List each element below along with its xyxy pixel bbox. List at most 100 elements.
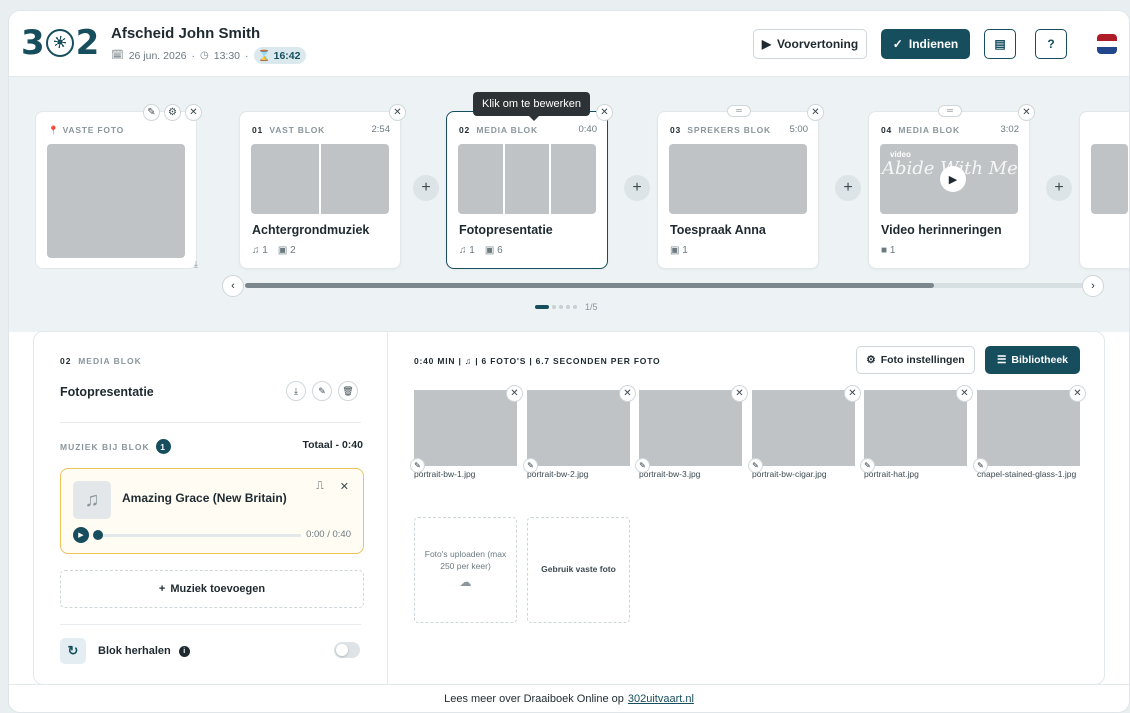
close-icon[interactable]: ✕ bbox=[844, 385, 861, 402]
photo-item[interactable]: portrait-bw-2.jpg ✕ ✎ bbox=[523, 385, 636, 496]
block-title: Fotopresentatie bbox=[60, 385, 154, 399]
drag-handle-icon[interactable]: ═ bbox=[727, 105, 751, 117]
photo-item[interactable]: portrait-bw-3.jpg ✕ ✎ bbox=[635, 385, 748, 496]
music-track[interactable]: ♫ Amazing Grace (New Britain) ⎍ ✕ ▶ 0:00… bbox=[60, 468, 364, 554]
close-icon[interactable]: ✕ bbox=[340, 480, 349, 493]
pin-icon: 📍 bbox=[48, 125, 60, 135]
track-progress[interactable] bbox=[94, 534, 301, 537]
close-icon[interactable]: ✕ bbox=[596, 104, 613, 121]
close-icon[interactable]: ✕ bbox=[619, 385, 636, 402]
close-icon[interactable]: ✕ bbox=[1018, 104, 1035, 121]
edit-pencil-icon[interactable]: ✎ bbox=[860, 458, 875, 473]
add-block-button[interactable]: + bbox=[624, 175, 650, 201]
close-icon[interactable]: ✕ bbox=[185, 104, 202, 121]
photo-item[interactable]: portrait-hat.jpg ✕ ✎ bbox=[860, 385, 973, 496]
edit-pencil-icon[interactable]: ✎ bbox=[410, 458, 425, 473]
fixed-photo-tools: ✎ ⚙ ✕ bbox=[143, 104, 202, 121]
event-time: 13:30 bbox=[213, 49, 241, 62]
timeline-card-02[interactable]: 02 MEDIA BLOK 0:40 Fotopresentatie ♫ 1 ▣ … bbox=[446, 104, 613, 269]
photo-item[interactable]: portrait-bw-1.jpg ✕ ✎ bbox=[410, 385, 523, 496]
music-note-icon: ♫ 1 bbox=[252, 245, 268, 256]
event-date: 26 jun. 2026 bbox=[128, 49, 187, 62]
fixed-photo-card[interactable]: 📍 VASTE FOTO ✎ ⚙ ✕ ⤓ bbox=[35, 104, 202, 270]
use-fixed-photo-button[interactable]: Gebruik vaste foto bbox=[527, 517, 630, 623]
timeline-scrollbar[interactable] bbox=[245, 283, 1085, 288]
timeline: 📍 VASTE FOTO ✎ ⚙ ✕ ⤓ 01 VAST BLOK 2:54 A… bbox=[9, 77, 1129, 332]
settings-gear-icon[interactable]: ⚙ bbox=[164, 104, 181, 121]
close-icon[interactable]: ✕ bbox=[506, 385, 523, 402]
download-icon[interactable]: ⤓ bbox=[194, 259, 198, 270]
tree-logo-icon bbox=[45, 29, 74, 57]
page-title: Afscheid John Smith bbox=[111, 25, 261, 42]
logo[interactable]: 32 bbox=[21, 23, 99, 63]
track-scrubber[interactable] bbox=[93, 530, 103, 540]
header: 32 Afscheid John Smith 🗓 26 jun. 2026 · … bbox=[9, 11, 1129, 77]
edit-pencil-icon[interactable]: ✎ bbox=[748, 458, 763, 473]
repeat-toggle[interactable] bbox=[334, 642, 360, 658]
add-block-button[interactable]: + bbox=[1046, 175, 1072, 201]
submit-button[interactable]: ✓ Indienen bbox=[881, 29, 970, 59]
pagination[interactable]: 1/5 bbox=[535, 302, 598, 312]
video-camera-icon: ■ 1 bbox=[881, 245, 896, 256]
duration-badge: ⌛ 16:42 bbox=[253, 47, 307, 64]
timeline-card-01[interactable]: 01 VAST BLOK 2:54 Achtergrondmuziek ♫ 1 ▣… bbox=[239, 104, 406, 269]
play-button[interactable]: ▶ bbox=[73, 527, 89, 543]
event-meta: 🗓 26 jun. 2026 · ◷ 13:30 · ⌛ 16:42 bbox=[111, 47, 307, 64]
music-total: Totaal - 0:40 bbox=[302, 439, 364, 451]
add-music-button[interactable]: + Muziek toevoegen bbox=[60, 570, 364, 608]
repeat-block-row: ↻ Blok herhalen i bbox=[60, 638, 190, 664]
add-block-button[interactable]: + bbox=[413, 175, 439, 201]
card-thumbnails bbox=[251, 144, 389, 214]
music-note-icon: ♫ bbox=[73, 481, 111, 519]
photo-item[interactable]: portrait-bw-cigar.jpg ✕ ✎ bbox=[748, 385, 861, 496]
plus-icon: + bbox=[158, 583, 166, 595]
hourglass-icon: ⌛ bbox=[257, 50, 271, 62]
footer-link[interactable]: 302uitvaart.nl bbox=[628, 693, 694, 705]
waveform-icon[interactable]: ⎍ bbox=[316, 480, 324, 493]
footer: Lees meer over Draaiboek Online op 302ui… bbox=[9, 684, 1129, 712]
dutch-flag-icon[interactable] bbox=[1097, 34, 1117, 54]
photo-settings-button[interactable]: ⚙ Foto instellingen bbox=[856, 346, 975, 374]
help-button[interactable]: ? bbox=[1035, 29, 1067, 59]
add-block-button[interactable]: + bbox=[835, 175, 861, 201]
list-icon: ☰ bbox=[996, 354, 1007, 366]
photos-icon: ▣ 6 bbox=[484, 245, 503, 256]
block-editor: 02 MEDIA BLOK Fotopresentatie ⤓ ✎ 🗑 MUZI… bbox=[33, 331, 1105, 685]
close-icon[interactable]: ✕ bbox=[389, 104, 406, 121]
music-count-badge: 1 bbox=[155, 439, 171, 454]
edit-pencil-icon[interactable]: ✎ bbox=[973, 458, 988, 473]
drag-handle-icon[interactable]: ═ bbox=[938, 105, 962, 117]
trash-icon[interactable]: 🗑 bbox=[338, 381, 358, 401]
edit-pencil-icon[interactable]: ✎ bbox=[635, 458, 650, 473]
play-icon: ▶ bbox=[761, 37, 772, 51]
calendar-icon: 🗓 bbox=[111, 50, 124, 61]
edit-pencil-icon[interactable]: ✎ bbox=[312, 381, 332, 401]
book-button[interactable]: ▤ bbox=[984, 29, 1016, 59]
book-icon: ▤ bbox=[994, 37, 1006, 51]
app-window: 32 Afscheid John Smith 🗓 26 jun. 2026 · … bbox=[8, 10, 1130, 713]
close-icon[interactable]: ✕ bbox=[807, 104, 824, 121]
scroll-right-icon[interactable]: › bbox=[1082, 275, 1104, 297]
video-play-icon[interactable]: ▶ bbox=[940, 166, 966, 192]
photos-icon: ▣ 2 bbox=[277, 245, 296, 256]
preview-button[interactable]: ▶ Voorvertoning bbox=[753, 29, 867, 59]
edit-pencil-icon[interactable]: ✎ bbox=[143, 104, 160, 121]
music-note-icon: ♫ 1 bbox=[459, 245, 475, 256]
timeline-card-04[interactable]: ═ 04 MEDIA BLOK 3:02 video Abide With Me… bbox=[868, 104, 1035, 269]
block-settings: 02 MEDIA BLOK Fotopresentatie ⤓ ✎ 🗑 MUZI… bbox=[34, 332, 388, 684]
timeline-card-03[interactable]: ═ 03 SPREKERS BLOK 5:00 Toespraak Anna ▣… bbox=[657, 104, 824, 269]
edit-tooltip: Klik om te bewerken bbox=[473, 92, 591, 121]
close-icon[interactable]: ✕ bbox=[956, 385, 973, 402]
close-icon[interactable]: ✕ bbox=[1069, 385, 1086, 402]
timeline-card-05[interactable] bbox=[1079, 111, 1129, 269]
card-thumbnails: video Abide With Me ▶ bbox=[880, 144, 1018, 214]
scroll-left-icon[interactable]: ‹ bbox=[222, 275, 244, 297]
library-button[interactable]: ☰ Bibliotheek bbox=[985, 346, 1080, 374]
edit-pencil-icon[interactable]: ✎ bbox=[523, 458, 538, 473]
photo-item[interactable]: chapel-stained-glass-1.jpg ✕ ✎ bbox=[973, 385, 1086, 496]
download-icon[interactable]: ⤓ bbox=[286, 381, 306, 401]
close-icon[interactable]: ✕ bbox=[731, 385, 748, 402]
upload-photos-dropzone[interactable]: Foto's uploaden (max 250 per keer) ☁ bbox=[414, 517, 517, 623]
photo-area: 0:40 MIN | ♫ | 6 FOTO'S | 6.7 SECONDEN P… bbox=[410, 332, 1104, 684]
info-icon[interactable]: i bbox=[178, 645, 190, 657]
